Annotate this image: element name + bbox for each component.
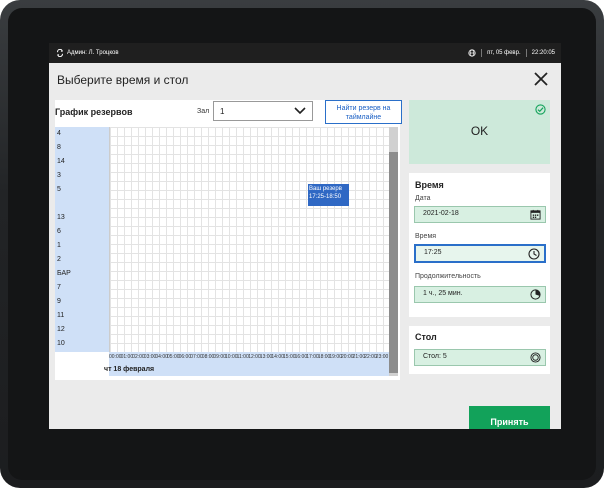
status-user: Админ: Л. Троцков (56, 49, 119, 57)
row-label: 9 (57, 298, 61, 305)
row-label: 11 (57, 312, 65, 319)
date-label: чт 18 февраля (104, 366, 155, 373)
sync-icon (57, 49, 63, 57)
row-label: БАР (57, 270, 71, 277)
status-divider (481, 49, 483, 57)
time-field[interactable]: 17:25 (414, 244, 546, 263)
time-tick: 23:00 (375, 354, 389, 360)
time-tick: 11:00 (236, 354, 249, 360)
table-card: Стол Стол: 5 (409, 326, 550, 374)
schedule-grid: 4 8 14 3 5 13 6 1 2 БАР 7 9 11 12 10 (55, 127, 390, 376)
scroll-thumb[interactable] (389, 152, 398, 373)
table-card-title: Стол (415, 332, 437, 342)
globe-icon (468, 49, 476, 57)
hall-label: Зал (197, 108, 210, 115)
accept-button[interactable]: Принять (469, 406, 550, 429)
clock-icon (528, 248, 540, 260)
timeline-grid[interactable] (109, 127, 390, 352)
row-label: 3 (57, 172, 61, 179)
status-time: 22:20:05 (531, 50, 555, 56)
dialog-title: Выберите время и стол (57, 73, 189, 87)
reservation-dialog: Выберите время и стол График резервов За… (49, 63, 561, 429)
date-value: 2021-02-18 (423, 210, 459, 217)
duration-field[interactable]: 1 ч., 25 мин. (414, 286, 546, 303)
row-label: 14 (57, 158, 65, 165)
row-label: 13 (57, 214, 65, 221)
hall-value: 1 (220, 107, 225, 116)
schedule-title: График резервов (55, 107, 133, 117)
duration-label: Продолжительность (415, 273, 481, 280)
date-field[interactable]: 2021-02-18 (414, 206, 546, 223)
row-label: 6 (57, 228, 61, 235)
your-reservation[interactable]: Ваш резерв 17:25-18:50 (308, 184, 349, 206)
status-bar: Админ: Л. Троцков пт, 05 февр. 22:20:05 (49, 43, 561, 63)
find-reservation-button[interactable]: Найти резерв на таймлайне (325, 100, 402, 124)
row-label: 4 (57, 130, 61, 137)
duration-icon (530, 289, 541, 300)
table-value: Стол: 5 (423, 353, 447, 360)
calendar-icon (530, 209, 541, 220)
ok-label: OK (470, 124, 489, 138)
row-label: 12 (57, 326, 65, 333)
row-labels: 4 8 14 3 5 13 6 1 2 БАР 7 9 11 12 10 (55, 127, 109, 352)
time-card: Время Дата 2021-02-18 Время 17:25 Продол… (409, 173, 550, 317)
duration-value: 1 ч., 25 мин. (423, 290, 463, 297)
hall-select[interactable]: 1 (213, 101, 313, 121)
time-card-title: Время (415, 180, 444, 190)
chevron-down-icon (294, 107, 306, 115)
ok-panel[interactable]: OK (409, 100, 550, 164)
scrollbar[interactable] (389, 127, 398, 376)
date-label: Дата (415, 195, 431, 202)
time-label: Время (415, 233, 437, 240)
status-divider (525, 49, 527, 57)
row-label: 1 (57, 242, 61, 249)
row-label: 10 (57, 340, 65, 347)
close-icon[interactable] (532, 70, 550, 88)
status-date: пт, 05 февр. (487, 50, 521, 56)
row-label: 5 (57, 186, 61, 193)
status-right: пт, 05 февр. 22:20:05 (468, 49, 555, 57)
time-axis: 00:00 01:00 02:00 03:00 04:00 05:00 06:00 07:00… (109, 352, 389, 364)
user-name: Админ: Л. Троцков (67, 50, 119, 56)
check-circle-icon (535, 104, 546, 115)
app-screen: Админ: Л. Троцков пт, 05 февр. 22:20:05 … (49, 43, 561, 429)
table-field[interactable]: Стол: 5 (414, 349, 546, 366)
table-icon (530, 352, 541, 363)
row-label: 2 (57, 256, 61, 263)
time-value: 17:25 (424, 249, 442, 256)
row-label: 7 (57, 284, 61, 291)
row-label: 8 (57, 144, 61, 151)
